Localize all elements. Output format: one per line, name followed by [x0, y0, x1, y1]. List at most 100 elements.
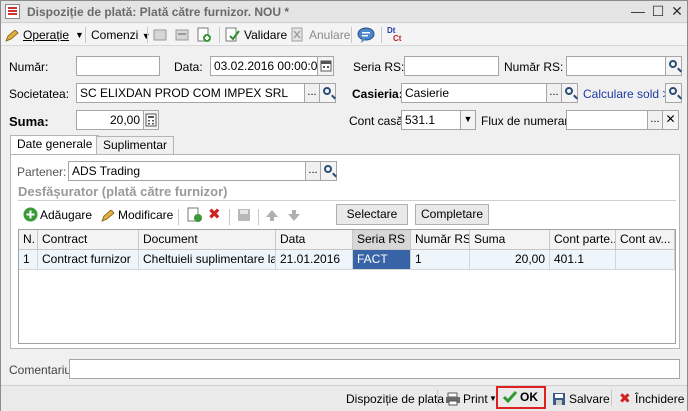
validare-label: Validare — [244, 28, 288, 42]
ok-button[interactable]: OK — [496, 386, 546, 409]
table-cell[interactable]: 21.01.2016 — [276, 250, 353, 270]
partener-input[interactable]: ADS Trading — [68, 161, 306, 181]
column-header[interactable]: Seria RS — [353, 230, 411, 250]
ct-label: Ct — [393, 34, 402, 43]
flux-numerar-input[interactable] — [566, 110, 648, 130]
search-icon — [669, 60, 677, 68]
comentariu-label: Comentariu: — [9, 363, 75, 377]
numar-rs-label: Număr RS: — [504, 60, 564, 74]
close-button[interactable]: ✕ — [668, 3, 686, 20]
window-title: Dispoziție de plată: Plată către furnizo… — [27, 5, 290, 19]
comenzi-menu-button[interactable]: Comenzi ▼ — [91, 26, 151, 44]
cont-casa-label: Cont casă: — [349, 114, 407, 128]
table-cell[interactable]: 401.1 — [550, 250, 616, 270]
selectare-button[interactable]: Selectare — [336, 204, 408, 225]
data-input[interactable]: 03.02.2016 00:00:00 — [210, 56, 318, 76]
export-icon[interactable] — [153, 26, 169, 44]
flux-numerar-clear-button[interactable]: ✕ — [662, 110, 679, 130]
minimize-button[interactable]: — — [629, 3, 647, 20]
comment-icon[interactable] — [357, 26, 375, 44]
cont-casa-select[interactable]: 531.1 — [401, 110, 461, 130]
delete-icon[interactable]: ✖ — [208, 206, 224, 224]
pencil-icon — [101, 209, 115, 222]
toolbar-separator — [437, 390, 438, 406]
casieria-browse-button[interactable]: ... — [546, 83, 562, 103]
table-cell[interactable] — [616, 250, 675, 270]
table-cell[interactable]: 1 — [19, 250, 38, 270]
check-icon — [502, 390, 518, 404]
operatie-label: Operație — [23, 28, 70, 42]
table-cell[interactable]: Contract furnizor — [38, 250, 139, 270]
column-header[interactable]: N. — [19, 230, 38, 250]
search-icon — [324, 165, 332, 173]
comentariu-input[interactable] — [69, 359, 680, 379]
dropdown-arrow-icon: ▼ — [75, 30, 84, 40]
printer-icon — [445, 392, 461, 406]
toolbar-separator — [229, 209, 230, 225]
salvare-label: Salvare — [569, 392, 610, 406]
suma-label: Suma: — [9, 114, 49, 129]
save-row-icon[interactable] — [237, 206, 253, 224]
column-header[interactable]: Document — [139, 230, 276, 250]
tab-suplimentar[interactable]: Suplimentar — [96, 136, 175, 155]
report-dispozitie-button[interactable]: Dispoziție de plata — [346, 392, 444, 406]
copy-row-icon[interactable] — [187, 206, 203, 224]
societatea-label: Societatea: — [9, 87, 70, 101]
cont-casa-dropdown-button[interactable]: ▼ — [460, 110, 476, 130]
column-header[interactable]: Suma — [470, 230, 550, 250]
societatea-search-button[interactable] — [319, 83, 336, 103]
maximize-button[interactable]: ☐ — [649, 3, 667, 20]
toolbar-separator — [351, 27, 352, 43]
search-icon — [565, 87, 573, 95]
column-header[interactable]: Cont parte... — [550, 230, 616, 250]
numar-rs-input[interactable] — [566, 56, 666, 76]
desfasurator-title: Desfășurator (plată către furnizor) — [18, 184, 228, 199]
calculare-sold-search-button[interactable] — [665, 83, 682, 103]
move-up-icon[interactable] — [265, 206, 279, 224]
casieria-input[interactable]: Casierie — [401, 83, 547, 103]
search-icon — [323, 87, 331, 95]
casieria-search-button[interactable] — [561, 83, 578, 103]
calendar-button[interactable] — [317, 56, 334, 76]
toolbar-separator — [219, 27, 220, 43]
flux-numerar-browse-button[interactable]: ... — [647, 110, 663, 130]
column-header[interactable]: Data — [276, 230, 353, 250]
column-header[interactable]: Număr RS — [411, 230, 470, 250]
close-icon: ✖ — [619, 390, 631, 406]
tab-date-generale[interactable]: Date generale — [10, 135, 100, 155]
partener-browse-button[interactable]: ... — [305, 161, 321, 181]
adaugare-label: Adăugare — [40, 208, 93, 222]
toolbar-separator — [85, 27, 86, 43]
toolbar-separator — [178, 209, 179, 225]
calculator-button[interactable] — [143, 110, 159, 130]
chevron-down-icon: ▼ — [463, 114, 473, 124]
calculare-sold-link[interactable]: Calculare sold >> — [583, 87, 676, 101]
partener-label: Partener: — [17, 165, 67, 179]
completare-button[interactable]: Completare — [415, 204, 489, 225]
column-header[interactable]: Cont av... — [616, 230, 675, 250]
print-label: Print — [463, 392, 488, 406]
numar-label: Număr: — [9, 60, 49, 74]
validate-icon — [225, 27, 241, 43]
partener-search-button[interactable] — [320, 161, 337, 181]
table-cell[interactable]: 1 — [411, 250, 470, 270]
import-icon[interactable] — [175, 26, 191, 44]
numar-rs-search-button[interactable] — [665, 56, 682, 76]
table-cell[interactable]: Cheltuieli suplimentare la ... — [139, 250, 276, 270]
debit-credit-icon[interactable]: Dt Ct — [386, 26, 404, 44]
column-header[interactable]: Contract — [38, 230, 139, 250]
casieria-label: Casieria: — [352, 87, 403, 101]
seria-rs-input[interactable] — [404, 56, 499, 76]
societatea-input[interactable]: SC ELIXDAN PROD COM IMPEX SRL — [76, 83, 305, 103]
table-cell-selected[interactable]: FACT — [353, 250, 411, 270]
suma-input[interactable]: 20,00 — [76, 110, 144, 130]
save-icon — [552, 392, 566, 406]
table-cell[interactable]: 20,00 — [470, 250, 550, 270]
new-document-icon[interactable] — [197, 26, 213, 44]
inchidere-label: Închidere — [635, 392, 685, 406]
anulare-label: Anulare — [309, 28, 351, 42]
title-bar: Dispoziție de plată: Plată către furnizo… — [1, 1, 687, 23]
numar-input[interactable] — [76, 56, 160, 76]
societatea-browse-button[interactable]: ... — [304, 83, 320, 103]
move-down-icon[interactable] — [287, 206, 301, 224]
